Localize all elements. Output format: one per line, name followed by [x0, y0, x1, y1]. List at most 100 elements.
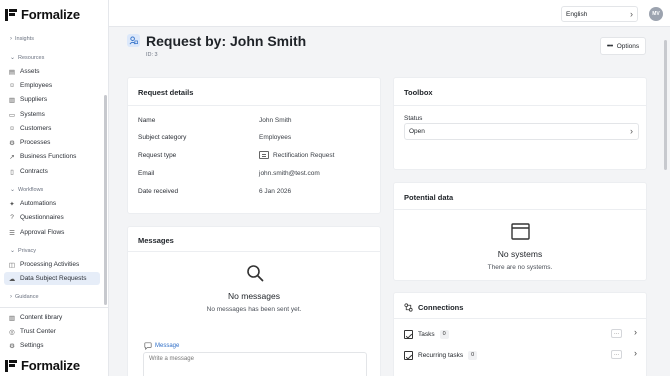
sidebar-item-trust-center[interactable]: ◎ Trust Center: [4, 325, 100, 338]
questionnaires-icon: ?: [10, 214, 14, 221]
page-scrollbar[interactable]: [664, 40, 667, 170]
app-logo-footer: Formalize: [5, 358, 80, 373]
toolbox-card: Toolbox Status Open ›: [393, 77, 647, 170]
chevron-right-icon[interactable]: ›: [634, 327, 637, 337]
employees-icon: ☺: [8, 82, 16, 89]
task-check-icon: [404, 350, 413, 360]
sidebar-scrollbar[interactable]: [104, 95, 107, 305]
message-input[interactable]: [143, 352, 367, 376]
detail-label-request-type: Request type: [138, 152, 177, 159]
more-options-button[interactable]: ···: [611, 329, 622, 338]
chevron-down-icon: ⌄: [10, 55, 16, 61]
processing-activities-icon: ◫: [8, 261, 16, 269]
sidebar-item-content-library[interactable]: ▥ Content library: [4, 311, 100, 324]
sidebar-bottom-nav: ▥ Content library ◎ Trust Center ⚙ Setti…: [0, 307, 109, 355]
divider: [394, 105, 646, 106]
connection-row-recurring-tasks[interactable]: Recurring tasks 0 ··· ›: [404, 348, 639, 361]
formalize-logo-icon: [5, 8, 17, 21]
potential-data-empty-subtitle: There are no systems.: [487, 264, 553, 271]
chevron-down-icon: ⌄: [10, 187, 16, 193]
sidebar-section-resources[interactable]: ⌄ Resources: [10, 54, 44, 62]
sidebar-item-processing-activities[interactable]: ◫ Processing Activities: [4, 258, 100, 271]
sidebar-item-automations[interactable]: ✦ Automations: [4, 197, 100, 210]
request-details-card: Request details Name John Smith Subject …: [127, 77, 381, 214]
processes-icon: ⚙: [9, 139, 15, 147]
customers-icon: ☺: [8, 125, 16, 132]
contracts-icon: ▯: [10, 168, 14, 176]
potential-data-empty-title: No systems: [497, 249, 543, 259]
window-icon: [511, 223, 530, 245]
sidebar: Formalize › Insights ⌄ Resources ▤ Asset…: [0, 0, 109, 376]
request-details-title: Request details: [138, 88, 194, 97]
detail-value-email[interactable]: john.smith@test.com: [259, 170, 320, 177]
connections-header: Connections: [404, 303, 463, 312]
message-composer-label: Message: [144, 342, 179, 350]
sidebar-item-employees[interactable]: ☺ Employees: [4, 79, 100, 92]
sidebar-section-insights[interactable]: › Insights: [10, 36, 34, 42]
messages-card: Messages No messages No messages has bee…: [127, 226, 381, 376]
potential-data-title: Potential data: [404, 193, 454, 202]
app-name: Formalize: [21, 358, 80, 373]
trust-center-icon: ◎: [9, 328, 15, 336]
chevron-right-icon[interactable]: ›: [634, 348, 637, 358]
content-library-icon: ▥: [8, 314, 16, 322]
sidebar-item-contracts[interactable]: ▯ Contracts: [4, 165, 100, 178]
divider: [128, 251, 380, 252]
divider: [394, 318, 646, 319]
language-select[interactable]: English ›: [561, 6, 638, 22]
detail-value-request-type: Rectification Request: [259, 151, 334, 159]
search-icon: [246, 264, 264, 287]
approval-flows-icon: ☰: [9, 229, 15, 237]
chevron-down-icon: ⌄: [10, 248, 16, 254]
avatar[interactable]: MV: [649, 7, 663, 21]
settings-icon: ⚙: [9, 342, 15, 350]
sidebar-item-systems[interactable]: ▭ Systems: [4, 108, 100, 121]
page-title: Request by: John Smith: [146, 33, 307, 49]
potential-data-card: Potential data No systems There are no s…: [393, 182, 647, 281]
top-bar: English › MV: [109, 0, 670, 27]
detail-value-date-received: 6 Jan 2026: [259, 188, 292, 195]
sidebar-item-customers[interactable]: ☺ Customers: [4, 122, 100, 135]
connections-card: Connections Tasks 0 ··· › Recurring task…: [393, 292, 647, 376]
formalize-logo-icon: [5, 359, 17, 372]
asset-icon: ▤: [8, 68, 16, 76]
sidebar-item-settings[interactable]: ⚙ Settings: [4, 339, 100, 352]
detail-label-subject-category: Subject category: [138, 134, 187, 141]
app-name: Formalize: [21, 7, 80, 22]
sidebar-item-approval-flows[interactable]: ☰ Approval Flows: [4, 226, 100, 239]
messages-title: Messages: [138, 236, 174, 245]
data-subject-requests-icon: ☁: [8, 275, 16, 283]
status-select[interactable]: Open ›: [404, 123, 639, 140]
connections-title: Connections: [418, 303, 464, 312]
count-badge: 0: [468, 350, 478, 360]
divider: [128, 105, 380, 106]
more-options-button[interactable]: ···: [611, 350, 622, 359]
chat-bubble-icon: [144, 342, 152, 350]
detail-value-name: John Smith: [259, 117, 292, 124]
task-check-icon: [404, 329, 413, 339]
sidebar-section-privacy[interactable]: ⌄ Privacy: [10, 247, 36, 255]
sidebar-item-data-subject-requests[interactable]: ☁ Data Subject Requests: [4, 272, 100, 285]
more-horizontal-icon: •••: [606, 42, 613, 50]
chevron-right-icon: ›: [630, 126, 633, 136]
sidebar-item-assets[interactable]: ▤ Assets: [4, 65, 100, 78]
status-label: Status: [404, 115, 423, 122]
messages-empty-title: No messages: [228, 291, 280, 301]
sidebar-item-suppliers[interactable]: ▥ Suppliers: [4, 93, 100, 106]
options-button[interactable]: ••• Options: [600, 37, 646, 55]
chevron-right-icon: ›: [10, 36, 12, 42]
sidebar-item-processes[interactable]: ⚙ Processes: [4, 136, 100, 149]
detail-label-email: Email: [138, 170, 155, 177]
connections-icon: [404, 303, 413, 312]
sidebar-section-guidance[interactable]: › Guidance: [10, 294, 39, 300]
detail-label-name: Name: [138, 117, 156, 124]
sidebar-item-questionnaires[interactable]: ? Questionnaires: [4, 211, 100, 224]
app-logo[interactable]: Formalize: [5, 7, 80, 22]
sidebar-section-workflows[interactable]: ⌄ Workflows: [10, 186, 43, 194]
automations-icon: ✦: [9, 200, 15, 208]
divider: [394, 209, 646, 210]
systems-icon: ▭: [8, 111, 16, 119]
connection-row-tasks[interactable]: Tasks 0 ··· ›: [404, 327, 639, 340]
sidebar-item-business-functions[interactable]: ↗ Business Functions: [4, 150, 100, 163]
chevron-right-icon: ›: [630, 9, 633, 19]
